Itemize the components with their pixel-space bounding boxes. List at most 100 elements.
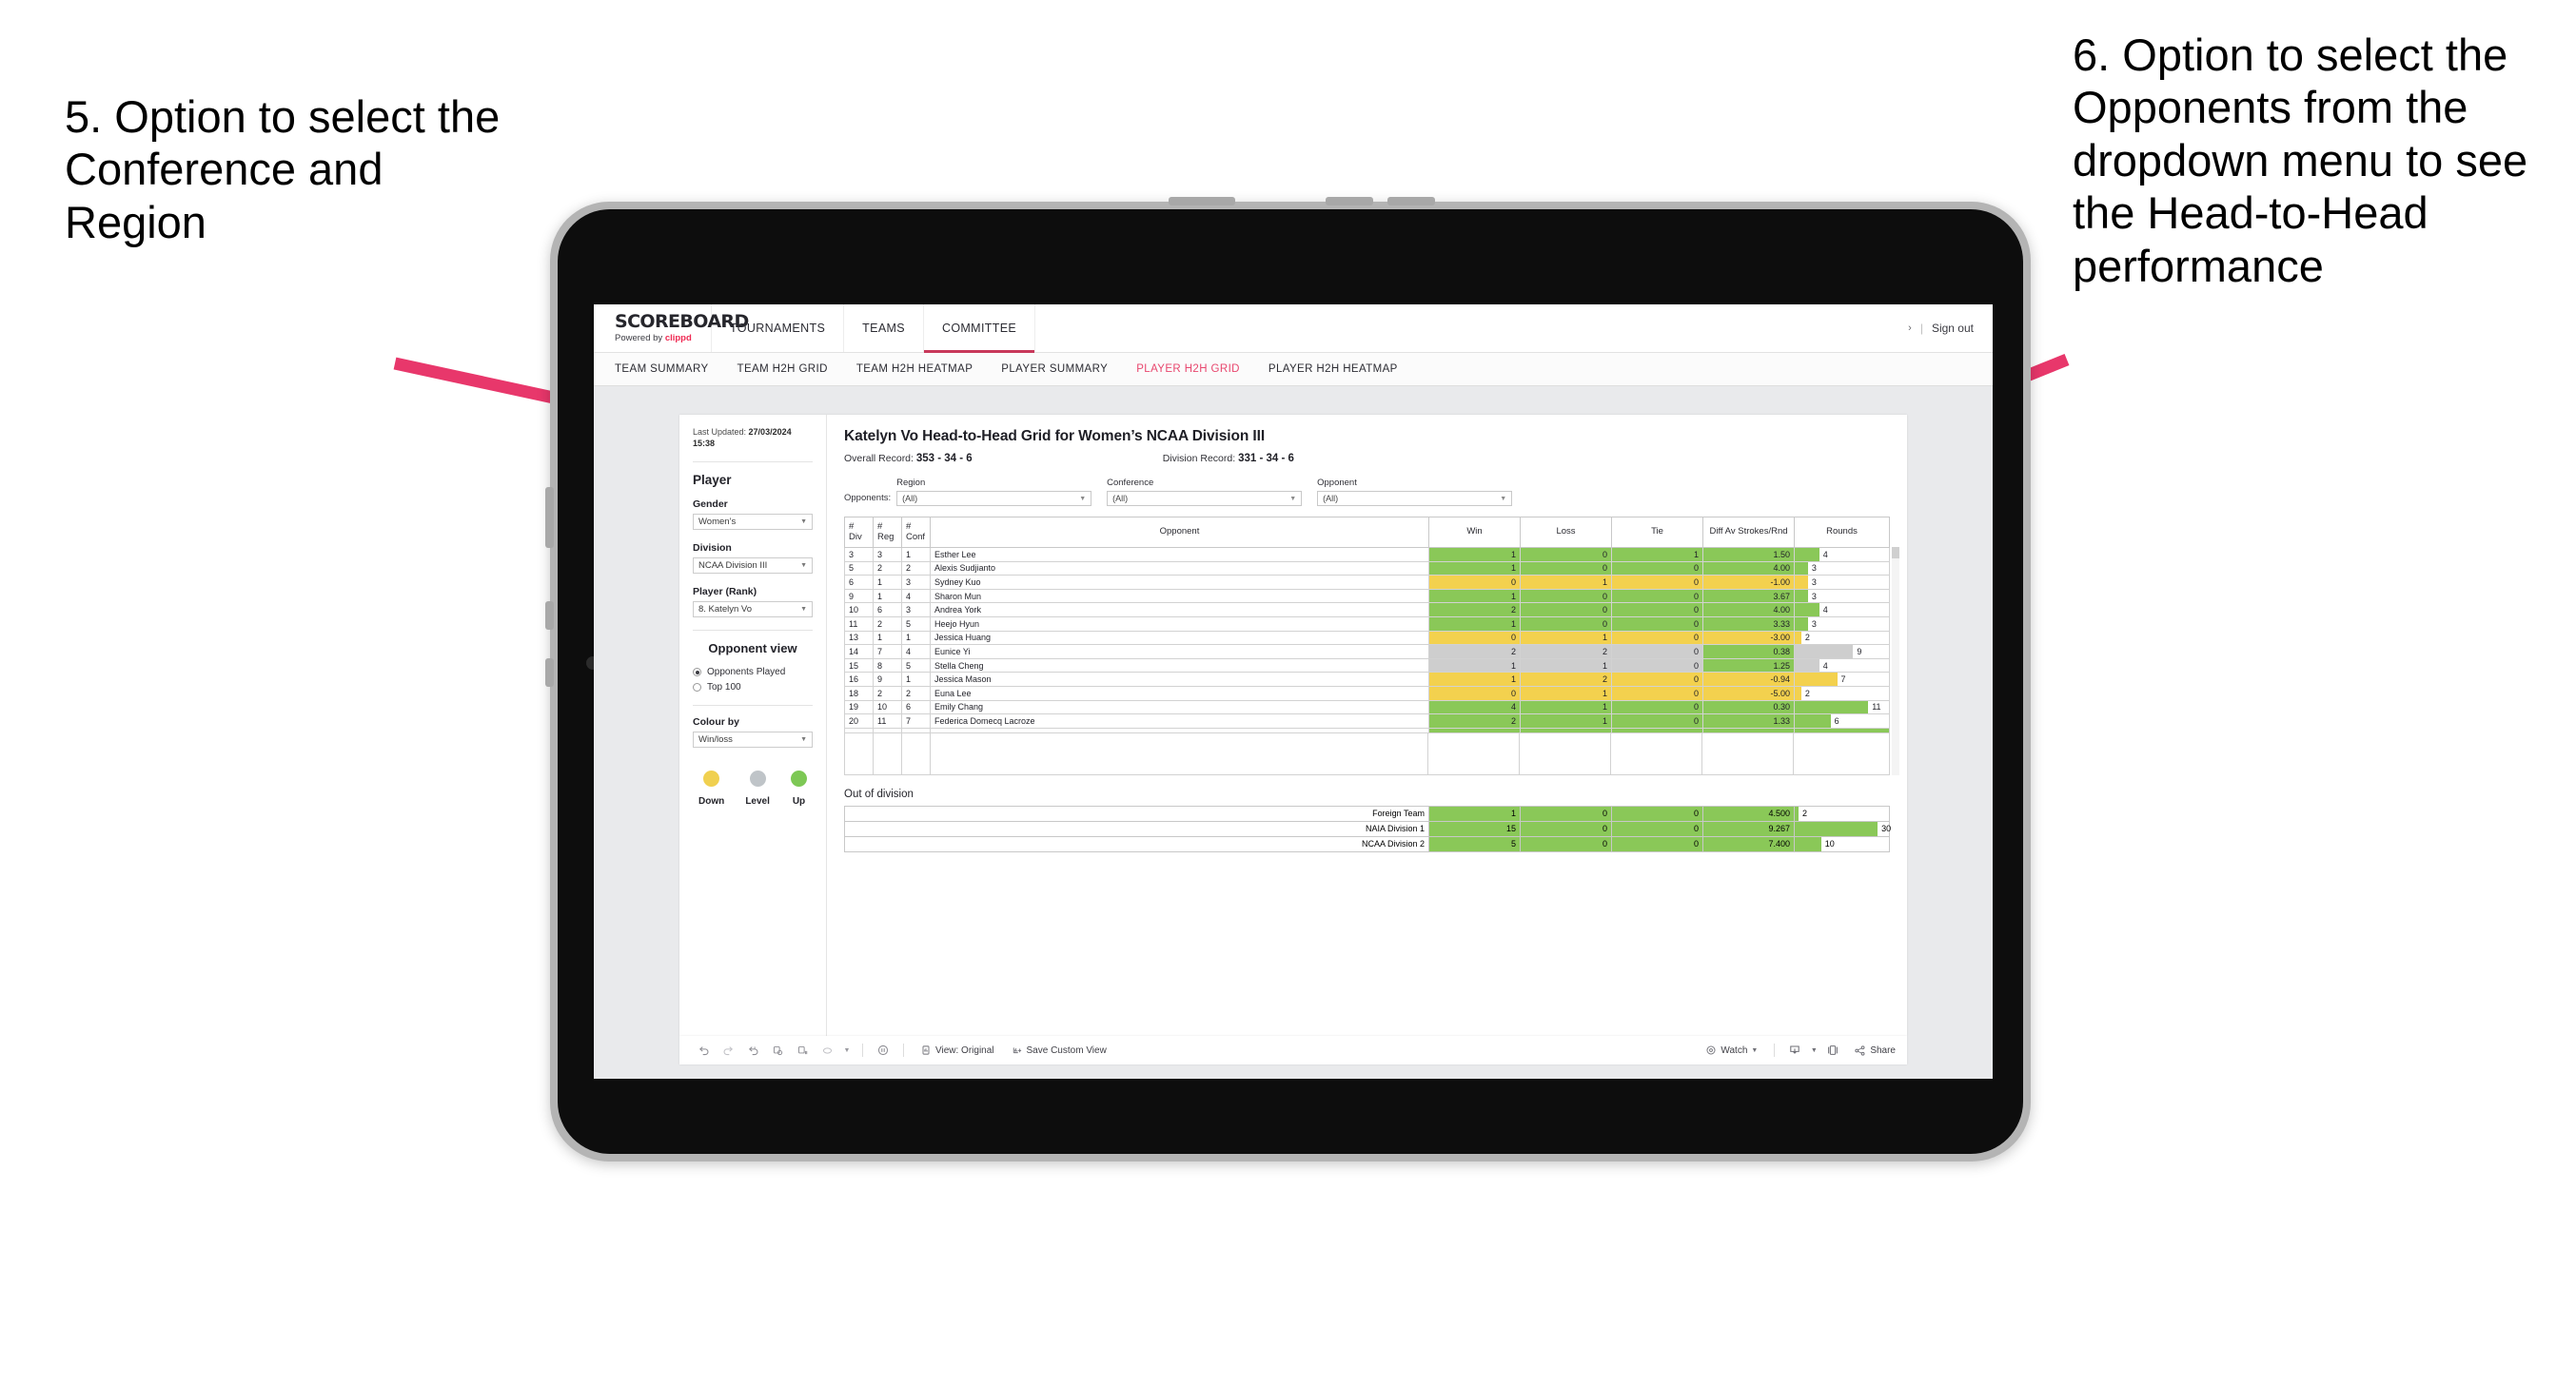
cell-div[interactable]: 5 <box>844 560 874 576</box>
cell-reg[interactable]: 1 <box>873 630 902 646</box>
out-of-division-row[interactable]: NAIA Division 1 15 0 0 9.267 30 <box>844 820 1891 837</box>
download-dropdown-icon[interactable]: ▼ <box>1807 1047 1820 1054</box>
opponent-filter-select[interactable]: (All) ▼ <box>1317 491 1513 506</box>
cell-loss[interactable]: 1 <box>1520 630 1612 646</box>
table-row[interactable]: 19 10 6 Emily Chang 4 1 0 0.30 11 <box>844 699 1890 715</box>
region-filter-select[interactable]: (All) ▼ <box>896 491 1092 506</box>
cell-conf[interactable]: 7 <box>901 713 931 729</box>
cell-loss[interactable]: 2 <box>1520 644 1612 659</box>
cell-opponent[interactable]: Eunice Yi <box>930 644 1429 659</box>
view-original-button[interactable]: View: Original <box>912 1044 1003 1056</box>
cell-rounds[interactable]: 4 <box>1794 547 1890 562</box>
col-tie[interactable]: Tie <box>1611 517 1703 548</box>
cell-tie[interactable]: 0 <box>1611 657 1703 673</box>
gender-select[interactable]: Women’s ▼ <box>693 514 813 531</box>
cell-conf[interactable]: 5 <box>901 615 931 632</box>
cell-reg[interactable]: 9 <box>873 672 902 687</box>
cell-reg[interactable]: 1 <box>873 575 902 590</box>
cell-win[interactable]: 0 <box>1428 630 1521 646</box>
share-button[interactable]: Share <box>1845 1044 1896 1057</box>
app-logo[interactable]: SCOREBOARD Powered by clippd <box>594 304 749 352</box>
save-custom-view-button[interactable]: Save Custom View <box>1003 1044 1115 1056</box>
topnav-item-tournaments[interactable]: TOURNAMENTS <box>712 304 845 352</box>
cell-opponent[interactable]: Sharon Mun <box>930 588 1429 604</box>
col-div[interactable]: # Div <box>844 517 874 548</box>
cell-loss[interactable]: 2 <box>1520 672 1612 687</box>
cell-rounds[interactable]: 30 <box>1794 820 1891 837</box>
cell-div[interactable]: 19 <box>844 699 874 715</box>
power-button[interactable] <box>1169 197 1235 205</box>
cell-conf[interactable]: 4 <box>901 588 931 604</box>
chevron-right-icon[interactable]: › <box>1908 322 1912 334</box>
cell-category[interactable]: NCAA Division 2 <box>844 835 1429 852</box>
cell-diff[interactable]: 4.00 <box>1702 602 1795 617</box>
cell-diff[interactable]: 3.67 <box>1702 588 1795 604</box>
grid-scrollbar-thumb[interactable] <box>1892 547 1899 558</box>
cell-category[interactable]: NAIA Division 1 <box>844 820 1429 837</box>
cell-loss[interactable]: 0 <box>1520 615 1612 632</box>
cell-opponent[interactable]: Jessica Mason <box>930 672 1429 687</box>
cell-reg[interactable]: 3 <box>873 547 902 562</box>
cell-loss[interactable]: 0 <box>1520 560 1612 576</box>
table-row[interactable]: 9 1 4 Sharon Mun 1 0 0 3.67 3 <box>844 588 1890 604</box>
cell-loss[interactable]: 1 <box>1520 657 1612 673</box>
cell-tie[interactable]: 1 <box>1611 547 1703 562</box>
cell-win[interactable]: 4 <box>1428 699 1521 715</box>
cell-reg[interactable]: 1 <box>873 588 902 604</box>
table-row[interactable]: 18 2 2 Euna Lee 0 1 0 -5.00 2 <box>844 685 1890 701</box>
col-opponent[interactable]: Opponent <box>930 517 1429 548</box>
cell-win[interactable]: 1 <box>1428 547 1521 562</box>
pause-updates-icon[interactable] <box>790 1044 815 1057</box>
cell-div[interactable]: 18 <box>844 685 874 701</box>
col-reg[interactable]: # Reg <box>873 517 902 548</box>
cell-tie[interactable]: 0 <box>1611 672 1703 687</box>
watch-button[interactable]: Watch ▼ <box>1697 1044 1766 1056</box>
highlight-dropdown-icon[interactable]: ▼ <box>839 1047 855 1054</box>
colour-by-select[interactable]: Win/loss ▼ <box>693 732 813 749</box>
volume-up-button[interactable] <box>1326 197 1373 205</box>
cell-conf[interactable]: 1 <box>901 630 931 646</box>
cell-diff[interactable]: 9.267 <box>1702 820 1795 837</box>
cell-rounds[interactable]: 7 <box>1794 672 1890 687</box>
table-row[interactable]: 15 8 5 Stella Cheng 1 1 0 1.25 4 <box>844 657 1890 673</box>
cell-div[interactable]: 6 <box>844 575 874 590</box>
cell-div[interactable]: 3 <box>844 547 874 562</box>
table-row[interactable]: 16 9 1 Jessica Mason 1 2 0 -0.94 7 <box>844 672 1890 687</box>
cell-win[interactable]: 1 <box>1428 672 1521 687</box>
cell-tie[interactable]: 0 <box>1611 820 1703 837</box>
cell-rounds[interactable]: 3 <box>1794 575 1890 590</box>
cell-loss[interactable]: 0 <box>1520 588 1612 604</box>
cell-loss[interactable]: 0 <box>1520 820 1612 837</box>
cell-rounds[interactable]: 9 <box>1794 644 1890 659</box>
cell-reg[interactable]: 6 <box>873 602 902 617</box>
cell-opponent[interactable]: Heejo Hyun <box>930 615 1429 632</box>
cell-reg[interactable]: 2 <box>873 560 902 576</box>
table-row-partial[interactable] <box>844 727 1890 733</box>
cell-div[interactable]: 13 <box>844 630 874 646</box>
radio-opponents-played[interactable]: Opponents Played <box>693 667 813 677</box>
cell-win[interactable]: 1 <box>1428 615 1521 632</box>
cell-diff[interactable]: 1.25 <box>1702 657 1795 673</box>
side-button-3[interactable] <box>545 658 554 687</box>
download-icon[interactable] <box>1782 1044 1807 1057</box>
cell-reg[interactable]: 7 <box>873 644 902 659</box>
cell-win[interactable]: 2 <box>1428 644 1521 659</box>
cell-tie[interactable]: 0 <box>1611 615 1703 632</box>
cell-rounds[interactable]: 3 <box>1794 560 1890 576</box>
cell-conf[interactable]: 3 <box>901 575 931 590</box>
undo-icon[interactable] <box>691 1044 716 1057</box>
cell-reg[interactable]: 8 <box>873 657 902 673</box>
cell-conf[interactable]: 2 <box>901 560 931 576</box>
table-row[interactable]: 10 6 3 Andrea York 2 0 0 4.00 4 <box>844 602 1890 617</box>
col-rounds[interactable]: Rounds <box>1794 517 1890 548</box>
cell-opponent[interactable]: Jessica Huang <box>930 630 1429 646</box>
highlight-icon[interactable] <box>815 1044 839 1057</box>
subnav-item-team-h2h-grid[interactable]: TEAM H2H GRID <box>737 363 828 375</box>
col-conf[interactable]: # Conf <box>901 517 931 548</box>
cell-opponent[interactable]: Stella Cheng <box>930 657 1429 673</box>
cell-diff[interactable]: 4.00 <box>1702 560 1795 576</box>
topnav-item-committee[interactable]: COMMITTEE <box>923 304 1036 353</box>
cell-win[interactable]: 2 <box>1428 602 1521 617</box>
cell-loss[interactable]: 0 <box>1520 835 1612 852</box>
cell-win[interactable]: 0 <box>1428 685 1521 701</box>
